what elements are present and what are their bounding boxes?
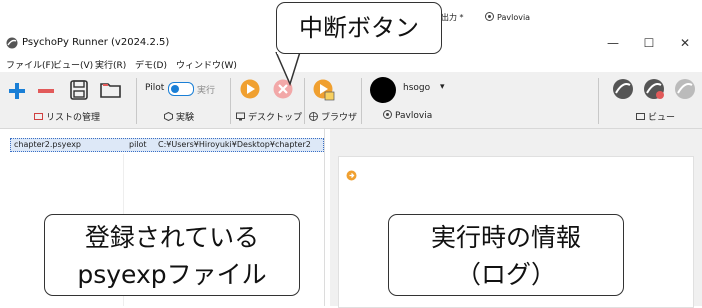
close-window-button[interactable]: ✕ [668, 30, 702, 56]
pilot-label: Pilot [145, 83, 165, 93]
remove-icon[interactable] [37, 82, 55, 100]
minimize-button[interactable]: — [596, 30, 630, 56]
run-in-browser-icon[interactable] [313, 79, 335, 101]
run-mode-label: 実行 [197, 86, 216, 96]
separator [230, 78, 231, 124]
list-manage-label: リストの管理 [34, 110, 100, 123]
maximize-button[interactable]: ☐ [632, 30, 666, 56]
list-icon [34, 113, 43, 120]
pavlovia-icon [485, 12, 494, 21]
list-item-file: chapter2.psyexp [14, 140, 82, 149]
menu-window[interactable]: ウィンドウ(W) [176, 58, 237, 71]
psychopy-logo-icon [6, 37, 18, 49]
log-callout-line2: （ログ） [455, 260, 556, 289]
separator [136, 78, 137, 124]
cube-icon [164, 112, 173, 121]
log-callout-line1: 実行時の情報 [430, 223, 581, 252]
list-item[interactable]: chapter2.psyexp pilot C:¥Users¥Hiroyuki¥… [10, 138, 324, 152]
tab-pavlovia[interactable]: Pavlovia [485, 11, 530, 25]
list-callout-line2: psyexpファイル [77, 260, 267, 289]
add-icon[interactable] [8, 82, 26, 100]
user-name: hsogo [403, 83, 431, 93]
menu-bar: ファイル(F) ビュー(V) 実行(R) デモ(D) ウィンドウ(W) [0, 56, 702, 72]
experiment-label: 実験 [164, 110, 194, 123]
user-avatar[interactable] [370, 77, 396, 103]
callout-pointer [275, 52, 301, 86]
list-callout-line1: 登録されている [84, 223, 260, 252]
save-icon[interactable] [70, 80, 88, 100]
pilot-run-toggle[interactable] [168, 82, 194, 96]
log-info-icon [346, 170, 357, 181]
monitor-icon [236, 112, 245, 121]
log-callout: 実行時の情報 （ログ） [388, 214, 624, 296]
browser-label: ブラウザ [309, 110, 357, 123]
pavlovia-label: Pavlovia [383, 110, 432, 121]
runner-view-icon[interactable] [674, 78, 696, 100]
list-item-path: C:¥Users¥Hiroyuki¥Desktop¥chapter2 [158, 140, 311, 149]
toggle-knob [171, 85, 179, 93]
pavlovia-icon [383, 110, 392, 119]
coder-view-icon[interactable] [643, 78, 665, 100]
user-dropdown-arrow[interactable]: ▾ [440, 82, 445, 92]
separator [361, 78, 362, 124]
menu-view[interactable]: ビュー(V) [53, 58, 93, 71]
run-icon[interactable] [240, 79, 260, 99]
builder-view-icon[interactable] [612, 78, 634, 100]
open-folder-icon[interactable] [100, 81, 122, 99]
list-callout: 登録されている psyexpファイル [44, 214, 300, 296]
menu-file[interactable]: ファイル(F) [6, 58, 54, 71]
globe-icon [309, 112, 318, 121]
separator [598, 78, 599, 124]
window-title: PsychoPy Runner (v2024.2.5) [22, 37, 170, 48]
desktop-label: デスクトップ [236, 110, 302, 123]
menu-demos[interactable]: デモ(D) [135, 58, 167, 71]
stop-button-callout: 中断ボタン [276, 2, 442, 54]
toolbar: リストの管理 Pilot 実行 実験 デスクトップ ブラウザ hsogo ▾ P… [0, 72, 702, 129]
list-item-mode: pilot [129, 140, 147, 149]
view-label: ビュー [636, 110, 675, 123]
window-icon [636, 113, 645, 120]
menu-run[interactable]: 実行(R) [95, 58, 126, 71]
